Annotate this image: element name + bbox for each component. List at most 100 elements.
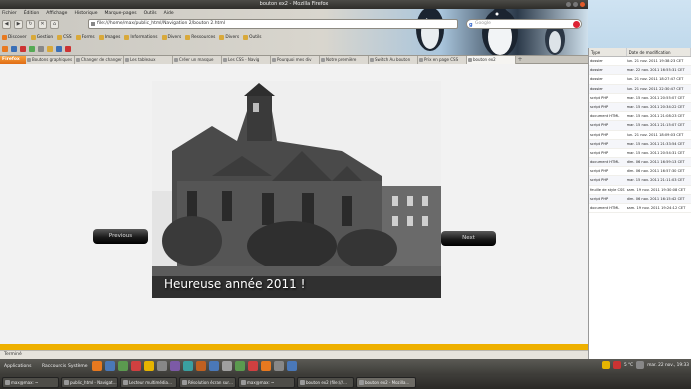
taskbar-item[interactable]: max@max: ~: [238, 376, 295, 388]
tab-item[interactable]: Créer un masque: [173, 56, 222, 64]
file-row[interactable]: dossier lun. 21 nov. 2011 22:30:47 CET: [589, 84, 691, 94]
clock[interactable]: mar. 22 nov., 19:33: [647, 363, 689, 368]
addon-icon[interactable]: [11, 45, 17, 52]
volume-icon[interactable]: [636, 361, 645, 369]
file-row[interactable]: document HTML mar. 15 nov. 2011 21:08:23 …: [589, 112, 691, 122]
back-icon[interactable]: ◀: [2, 20, 11, 29]
bookmark-item[interactable]: Gestion: [30, 35, 53, 40]
tab-item[interactable]: Les tableaux: [124, 56, 173, 64]
launcher-icon[interactable]: [157, 361, 167, 371]
addon-icon[interactable]: [20, 45, 26, 52]
launcher-icon[interactable]: [261, 361, 271, 371]
launcher-icon[interactable]: [274, 361, 284, 371]
file-row[interactable]: script PHP dim. 06 nov. 2011 16:57:30 CET: [589, 167, 691, 177]
menu-history[interactable]: Historique: [74, 10, 97, 18]
bookmark-item[interactable]: Discover: [2, 35, 27, 40]
launcher-icon[interactable]: [118, 361, 128, 371]
taskbar-item[interactable]: public_html - Navigat…: [61, 376, 118, 388]
firefox-icon[interactable]: [2, 45, 8, 52]
system-menu[interactable]: Système: [68, 362, 88, 372]
addon-icon[interactable]: [38, 45, 44, 52]
taskbar-item[interactable]: max@max: ~: [2, 376, 59, 388]
launcher-icon[interactable]: [209, 361, 219, 371]
addon-icon[interactable]: [65, 45, 71, 52]
file-row[interactable]: dossier mar. 22 nov. 2011 16:55:31 CET: [589, 66, 691, 76]
tab-item[interactable]: Prix en page CSS: [418, 56, 467, 64]
bookmark-item[interactable]: Ressources: [185, 35, 215, 40]
taskbar-item[interactable]: Lecteur multimédia…: [120, 376, 177, 388]
addon-icon[interactable]: [56, 45, 62, 52]
close-icon[interactable]: [580, 2, 585, 7]
tab-item[interactable]: Switch Au bouton: [369, 56, 418, 64]
firefox-menu-button[interactable]: Firefox: [0, 56, 26, 64]
tab-item-active[interactable]: bouton ex2: [467, 56, 516, 64]
file-row[interactable]: script PHP dim. 06 nov. 2011 16:15:42 CET: [589, 194, 691, 204]
file-row[interactable]: script PHP mar. 15 nov. 2011 21:33:54 CET: [589, 139, 691, 149]
bookmark-item[interactable]: CSS: [57, 35, 72, 40]
file-row[interactable]: document HTML dim. 06 nov. 2011 16:59:13 …: [589, 158, 691, 168]
search-engine-icon[interactable]: [573, 21, 580, 28]
file-row[interactable]: script PHP mar. 15 nov. 2011 21:11:03 CET: [589, 176, 691, 186]
taskbar-item[interactable]: bouton ex2 (file:///…: [297, 376, 354, 388]
file-row[interactable]: script PHP mar. 15 nov. 2011 20:54:31 CET: [589, 149, 691, 159]
addon-icon[interactable]: [47, 45, 53, 52]
column-date[interactable]: Date de modification: [627, 48, 691, 56]
file-row[interactable]: dossier lun. 21 nov. 2011 18:27:47 CET: [589, 75, 691, 85]
launcher-icon[interactable]: [235, 361, 245, 371]
reload-icon[interactable]: ↻: [26, 20, 35, 29]
tab-item[interactable]: Pourquoi mes div: [271, 56, 320, 64]
bookmark-item[interactable]: Divers: [161, 35, 181, 40]
addon-icon[interactable]: [29, 45, 35, 52]
launcher-icon[interactable]: [196, 361, 206, 371]
menu-edit[interactable]: Édition: [24, 10, 40, 18]
file-row[interactable]: script PHP lun. 21 nov. 2011 18:09:03 CET: [589, 131, 691, 140]
taskbar-item[interactable]: Résolution écran sur…: [179, 376, 236, 388]
menu-view[interactable]: Affichage: [46, 10, 67, 18]
menu-tools[interactable]: Outils: [144, 10, 157, 18]
tab-item[interactable]: Notre première: [320, 56, 369, 64]
next-button[interactable]: Next: [441, 231, 496, 246]
file-row[interactable]: document HTML sam. 19 nov. 2011 19:24:12 …: [589, 204, 691, 214]
minimize-icon[interactable]: [566, 2, 571, 7]
bookmark-item[interactable]: Images: [98, 35, 120, 40]
menu-help[interactable]: Aide: [164, 10, 174, 18]
launcher-icon[interactable]: [131, 361, 141, 371]
forward-icon[interactable]: ▶: [14, 20, 23, 29]
url-bar[interactable]: file:///home/max/public_html/Navigation …: [88, 19, 458, 29]
search-bar[interactable]: g Google: [466, 19, 582, 29]
file-row[interactable]: script PHP mar. 15 nov. 2011 21:15:07 CET: [589, 121, 691, 131]
new-tab-icon[interactable]: +: [516, 56, 524, 63]
tab-item[interactable]: Les CSS - Navig: [222, 56, 271, 64]
maximize-icon[interactable]: [573, 2, 578, 7]
launcher-icon[interactable]: [287, 361, 297, 371]
file-row[interactable]: script PHP mar. 15 nov. 2011 20:34:22 CET: [589, 102, 691, 113]
tab-item[interactable]: Boutons graphiques: [26, 56, 75, 64]
places-menu[interactable]: Raccourcis: [42, 362, 66, 372]
taskbar-item-active[interactable]: bouton ex2 - Mozilla…: [356, 376, 416, 388]
previous-button[interactable]: Previous: [93, 229, 148, 244]
file-row[interactable]: dossier lun. 21 nov. 2011 19:38:23 CET: [589, 57, 691, 67]
notification-icon[interactable]: [601, 361, 610, 369]
bookmark-item[interactable]: Forms: [75, 35, 95, 40]
menu-bookmarks[interactable]: Marque-pages: [105, 10, 137, 18]
file-row[interactable]: script PHP mar. 15 nov. 2011 20:55:07 CET: [589, 94, 691, 103]
tab-item[interactable]: Changer de changer: [75, 56, 124, 64]
launcher-icon[interactable]: [105, 361, 115, 371]
bookmark-item[interactable]: Outils: [243, 35, 262, 40]
column-type[interactable]: Type: [589, 48, 627, 56]
launcher-icon[interactable]: [183, 361, 193, 371]
launcher-icon[interactable]: [222, 361, 232, 371]
weather-temperature[interactable]: 5 °C: [624, 363, 633, 368]
firefox-launcher-icon[interactable]: [92, 361, 102, 371]
launcher-icon[interactable]: [248, 361, 258, 371]
stop-icon[interactable]: ✕: [38, 20, 47, 29]
launcher-icon[interactable]: [144, 361, 154, 371]
window-titlebar[interactable]: bouton ex2 - Mozilla Firefox: [0, 0, 588, 9]
bookmark-item[interactable]: Informations: [124, 35, 158, 40]
applications-menu[interactable]: Applications: [4, 362, 32, 372]
launcher-icon[interactable]: [170, 361, 180, 371]
file-row[interactable]: feuille de style CSS sam. 19 nov. 2011 19…: [589, 186, 691, 195]
power-icon[interactable]: [612, 361, 621, 369]
menu-file[interactable]: Fichier: [2, 10, 17, 18]
home-icon[interactable]: ⌂: [50, 20, 59, 29]
